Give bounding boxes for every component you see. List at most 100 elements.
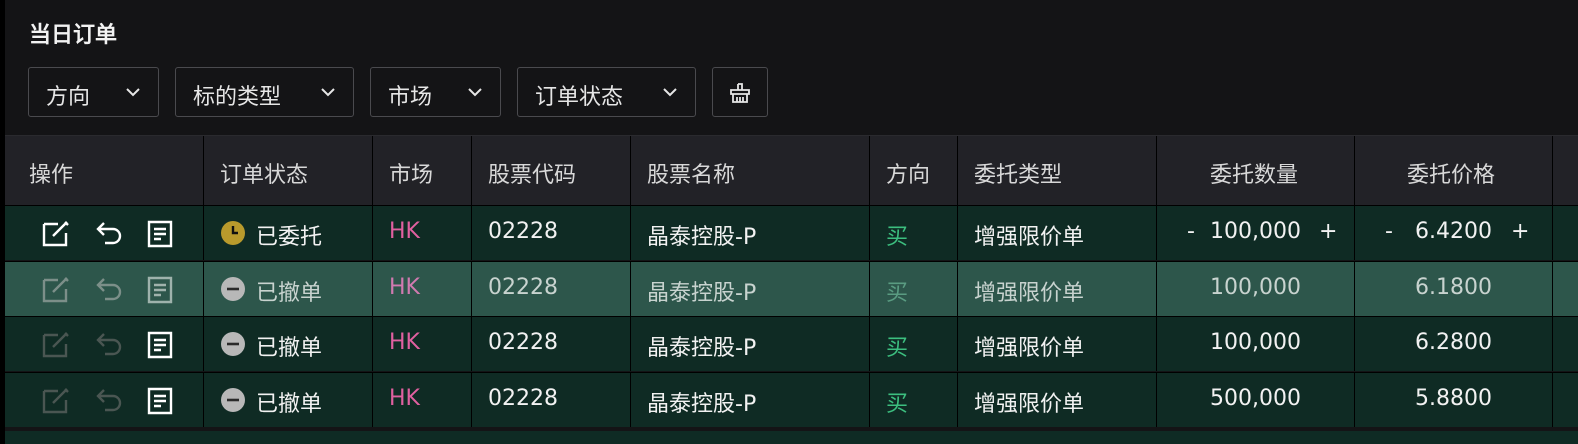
table-cell: 02228 (472, 261, 631, 316)
chevron-down-icon (468, 88, 482, 97)
table-cell: 买 (870, 261, 958, 316)
qty-value: 500,000 (1210, 385, 1301, 411)
direction-filter-label: 方向 (46, 85, 91, 110)
qty-value: 100,000 (1210, 330, 1301, 355)
table-cell (1553, 373, 1578, 427)
order-type: 增强限价单 (974, 391, 1085, 417)
market: HK (389, 274, 420, 300)
chevron-down-icon (126, 88, 140, 97)
table-cell: 5.8800 (1355, 372, 1553, 427)
col-header-market: 市场 (373, 136, 472, 206)
col-header-code: 股票代码 (472, 136, 631, 206)
table-cell (5, 261, 204, 316)
col-header-actions: 操作 (5, 136, 204, 206)
table-cell: 买 (870, 206, 958, 260)
table-header: 操作 订单状态 市场 股票代码 股票名称 方向 委托类型 委托数量 委托价格 (5, 135, 1578, 206)
market: HK (389, 330, 420, 355)
order-side: 买 (886, 225, 909, 250)
col-header-type: 委托类型 (958, 136, 1157, 206)
order-status: 已撤单 (256, 391, 323, 417)
market-filter[interactable]: 市场 (370, 67, 501, 117)
price-value: 6.2800 (1415, 330, 1492, 355)
table-cell: 已撤单 (204, 317, 373, 371)
table-cell: HK (373, 206, 472, 260)
table-cell: 晶泰控股-P (631, 206, 870, 260)
stock-code: 02228 (488, 385, 558, 411)
order-status: 已撤单 (256, 336, 323, 361)
table-cell: 增强限价单 (958, 372, 1157, 427)
col-header-label: 操作 (29, 163, 74, 188)
market: HK (389, 385, 420, 411)
col-header-qty: 委托数量 (1157, 136, 1355, 206)
clear-filter-icon (730, 83, 750, 103)
col-header-more (1553, 136, 1578, 206)
order-type: 增强限价单 (974, 225, 1085, 250)
table-row[interactable]: 已撤单 HK 02228 晶泰控股-P 买 增强限价单 100,000 6.1800 (5, 260, 1578, 316)
col-header-label: 股票名称 (647, 163, 736, 188)
table-cell: 500,000 (1157, 372, 1355, 427)
table-cell: 增强限价单 (958, 206, 1157, 260)
minus-circle-icon (221, 387, 245, 412)
table-cell: 增强限价单 (958, 317, 1157, 371)
asset-type-filter[interactable]: 标的类型 (175, 67, 354, 117)
order-status: 已撤单 (256, 280, 323, 306)
table-cell: HK (373, 261, 472, 316)
order-type: 增强限价单 (974, 336, 1085, 361)
undo-icon (96, 388, 122, 411)
minus-circle-icon (221, 276, 245, 301)
table-cell: 晶泰控股-P (631, 372, 870, 427)
table-cell: HK (373, 372, 472, 427)
order-status-filter[interactable]: 订单状态 (517, 67, 696, 117)
stock-code: 02228 (488, 219, 558, 244)
table-cell: 100,000 (1157, 261, 1355, 316)
chevron-down-icon (663, 88, 677, 97)
table-cell: 买 (870, 372, 958, 427)
col-header-label: 订单状态 (220, 163, 309, 188)
detail-icon (147, 220, 173, 248)
table-cell: 已撤单 (204, 261, 373, 316)
col-header-label: 方向 (886, 163, 931, 188)
direction-filter[interactable]: 方向 (28, 67, 159, 117)
order-side: 买 (886, 280, 909, 306)
price-value: 6.1800 (1415, 274, 1492, 300)
price-value: 5.8800 (1415, 385, 1492, 411)
edit-icon (42, 221, 69, 247)
qty-plus-button[interactable]: + (1319, 219, 1337, 244)
table-cell: - 100,000 + (1157, 206, 1355, 260)
order-side: 买 (886, 391, 909, 417)
edit-icon (42, 387, 69, 413)
order-side: 买 (886, 336, 909, 361)
table-cell (5, 206, 204, 260)
order-type: 增强限价单 (974, 280, 1085, 306)
col-header-label: 股票代码 (488, 163, 577, 188)
table-cell: 增强限价单 (958, 261, 1157, 316)
asset-type-filter-label: 标的类型 (193, 85, 282, 110)
table-cell: 已撤单 (204, 372, 373, 427)
table-row[interactable]: 已撤单 HK 02228 晶泰控股-P 买 增强限价单 500,000 5.8800 (5, 371, 1578, 427)
table-cell: 02228 (472, 372, 631, 427)
col-header-label: 委托价格 (1407, 163, 1496, 188)
stock-code: 02228 (488, 274, 558, 300)
table-cell: - 6.4200 + (1355, 206, 1553, 260)
clear-filter-button[interactable] (712, 67, 768, 117)
price-plus-button[interactable]: + (1511, 219, 1529, 244)
clock-icon (221, 221, 245, 245)
minus-circle-icon (221, 332, 245, 356)
chevron-down-icon (321, 88, 335, 97)
table-row[interactable]: 已委托 HK 02228 晶泰控股-P 买 增强限价单 - 100,000 + - 6.420… (5, 205, 1578, 260)
detail-icon (147, 276, 173, 303)
table-row[interactable]: 已撤单 HK 02228 晶泰控股-P 买 增强限价单 100,000 6.2800 (5, 316, 1578, 371)
edit-icon (42, 276, 69, 302)
market-filter-label: 市场 (388, 85, 433, 110)
edit-icon (42, 332, 69, 358)
table-cell: 6.1800 (1355, 261, 1553, 316)
undo-icon (96, 277, 122, 300)
col-header-name: 股票名称 (631, 136, 870, 206)
page-title: 当日订单 (29, 23, 118, 48)
table-cell (1553, 206, 1578, 260)
stock-name: 晶泰控股-P (647, 280, 757, 306)
market: HK (389, 219, 420, 244)
table-cell (5, 372, 204, 427)
table-cell: HK (373, 317, 472, 371)
table-cell: 02228 (472, 206, 631, 260)
